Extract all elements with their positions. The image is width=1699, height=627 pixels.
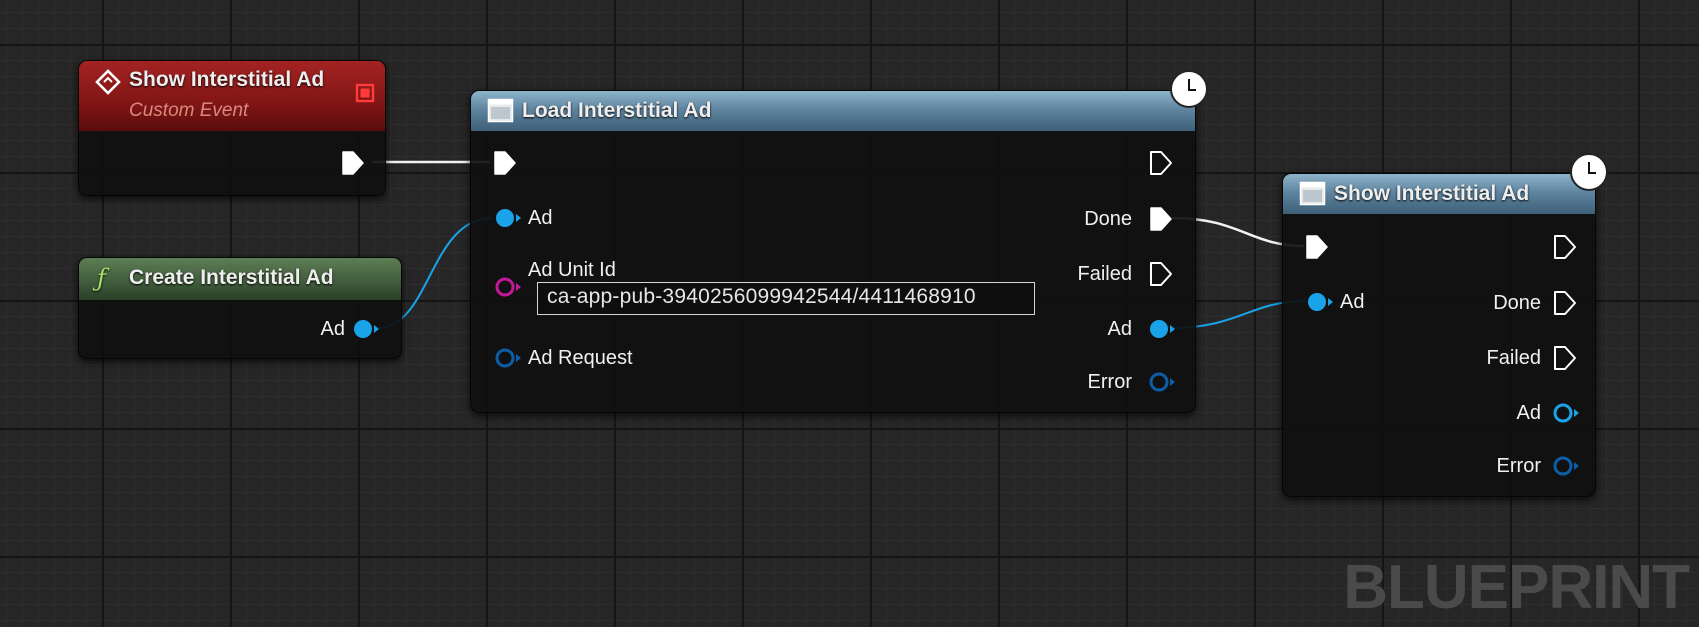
- exec-out-pin-icon[interactable]: [341, 150, 365, 176]
- create-interstitial-ad-header[interactable]: ƒ Create Interstitial Ad: [79, 258, 401, 300]
- pin-label-ad: Ad: [1340, 291, 1365, 313]
- exec-out-pin-icon[interactable]: [1149, 150, 1173, 176]
- struct-out-pin-icon[interactable]: [1551, 454, 1581, 478]
- show-interstitial-ad-header[interactable]: Show Interstitial Ad: [1283, 174, 1595, 214]
- pin-label-done: Done: [1493, 292, 1541, 314]
- exec-out-pin-icon[interactable]: [1553, 290, 1577, 316]
- delegate-pin-icon[interactable]: [355, 83, 375, 103]
- pin-label-ad: Ad: [1107, 318, 1132, 340]
- pin-label-error: Error: [1496, 455, 1541, 477]
- function-icon: ƒ: [97, 264, 106, 292]
- pin-label-ad-request: Ad Request: [528, 347, 633, 369]
- struct-out-pin-icon[interactable]: [1147, 370, 1177, 394]
- object-out-pin-icon[interactable]: [1147, 317, 1177, 341]
- custom-event-node[interactable]: Show Interstitial Ad Custom Event: [78, 60, 386, 196]
- pin-label-error: Error: [1087, 371, 1132, 393]
- create-interstitial-ad-node[interactable]: ƒ Create Interstitial Ad Ad: [78, 257, 402, 359]
- node-title: Create Interstitial Ad: [129, 266, 334, 289]
- object-out-pin-icon[interactable]: [351, 317, 381, 341]
- struct-in-pin-icon[interactable]: [493, 346, 523, 370]
- pin-label-ad-unit-id: Ad Unit Id: [528, 259, 616, 281]
- async-node-icon: [487, 98, 514, 123]
- latent-clock-icon: [1570, 153, 1608, 191]
- custom-event-diamond-icon: [95, 69, 121, 95]
- exec-in-pin-icon[interactable]: [1305, 234, 1329, 260]
- pin-label-ad: Ad: [1516, 402, 1541, 424]
- object-in-pin-icon[interactable]: [493, 206, 523, 230]
- load-interstitial-ad-node[interactable]: Load Interstitial Ad Ad Ad Unit Id Ad Re…: [470, 90, 1196, 413]
- node-title: Show Interstitial Ad: [1334, 182, 1530, 205]
- pin-label-ad: Ad: [320, 318, 345, 340]
- latent-clock-icon: [1170, 70, 1208, 108]
- exec-in-pin-icon[interactable]: [493, 150, 517, 176]
- exec-out-pin-icon[interactable]: [1149, 261, 1173, 287]
- node-subtitle: Custom Event: [129, 100, 249, 121]
- async-node-icon: [1299, 181, 1326, 206]
- pin-label-ad: Ad: [528, 207, 553, 229]
- pin-label-failed: Failed: [1486, 347, 1541, 369]
- load-interstitial-ad-header[interactable]: Load Interstitial Ad: [471, 91, 1195, 131]
- pin-label-failed: Failed: [1077, 263, 1132, 285]
- pin-label-done: Done: [1084, 208, 1132, 230]
- node-title: Load Interstitial Ad: [522, 99, 712, 122]
- node-title: Show Interstitial Ad: [129, 68, 325, 91]
- string-in-pin-icon[interactable]: [493, 275, 523, 299]
- custom-event-header[interactable]: Show Interstitial Ad Custom Event: [79, 61, 385, 131]
- object-in-pin-icon[interactable]: [1305, 290, 1335, 314]
- exec-out-pin-icon[interactable]: [1553, 234, 1577, 260]
- blueprint-watermark: BLUEPRINT: [1343, 553, 1690, 622]
- object-out-pin-icon[interactable]: [1551, 401, 1581, 425]
- ad-unit-id-input[interactable]: ca-app-pub-3940256099942544/4411468910: [537, 282, 1035, 315]
- exec-out-pin-icon[interactable]: [1149, 206, 1173, 232]
- show-interstitial-ad-node[interactable]: Show Interstitial Ad Ad Done Failed Ad E…: [1282, 173, 1596, 497]
- exec-out-pin-icon[interactable]: [1553, 345, 1577, 371]
